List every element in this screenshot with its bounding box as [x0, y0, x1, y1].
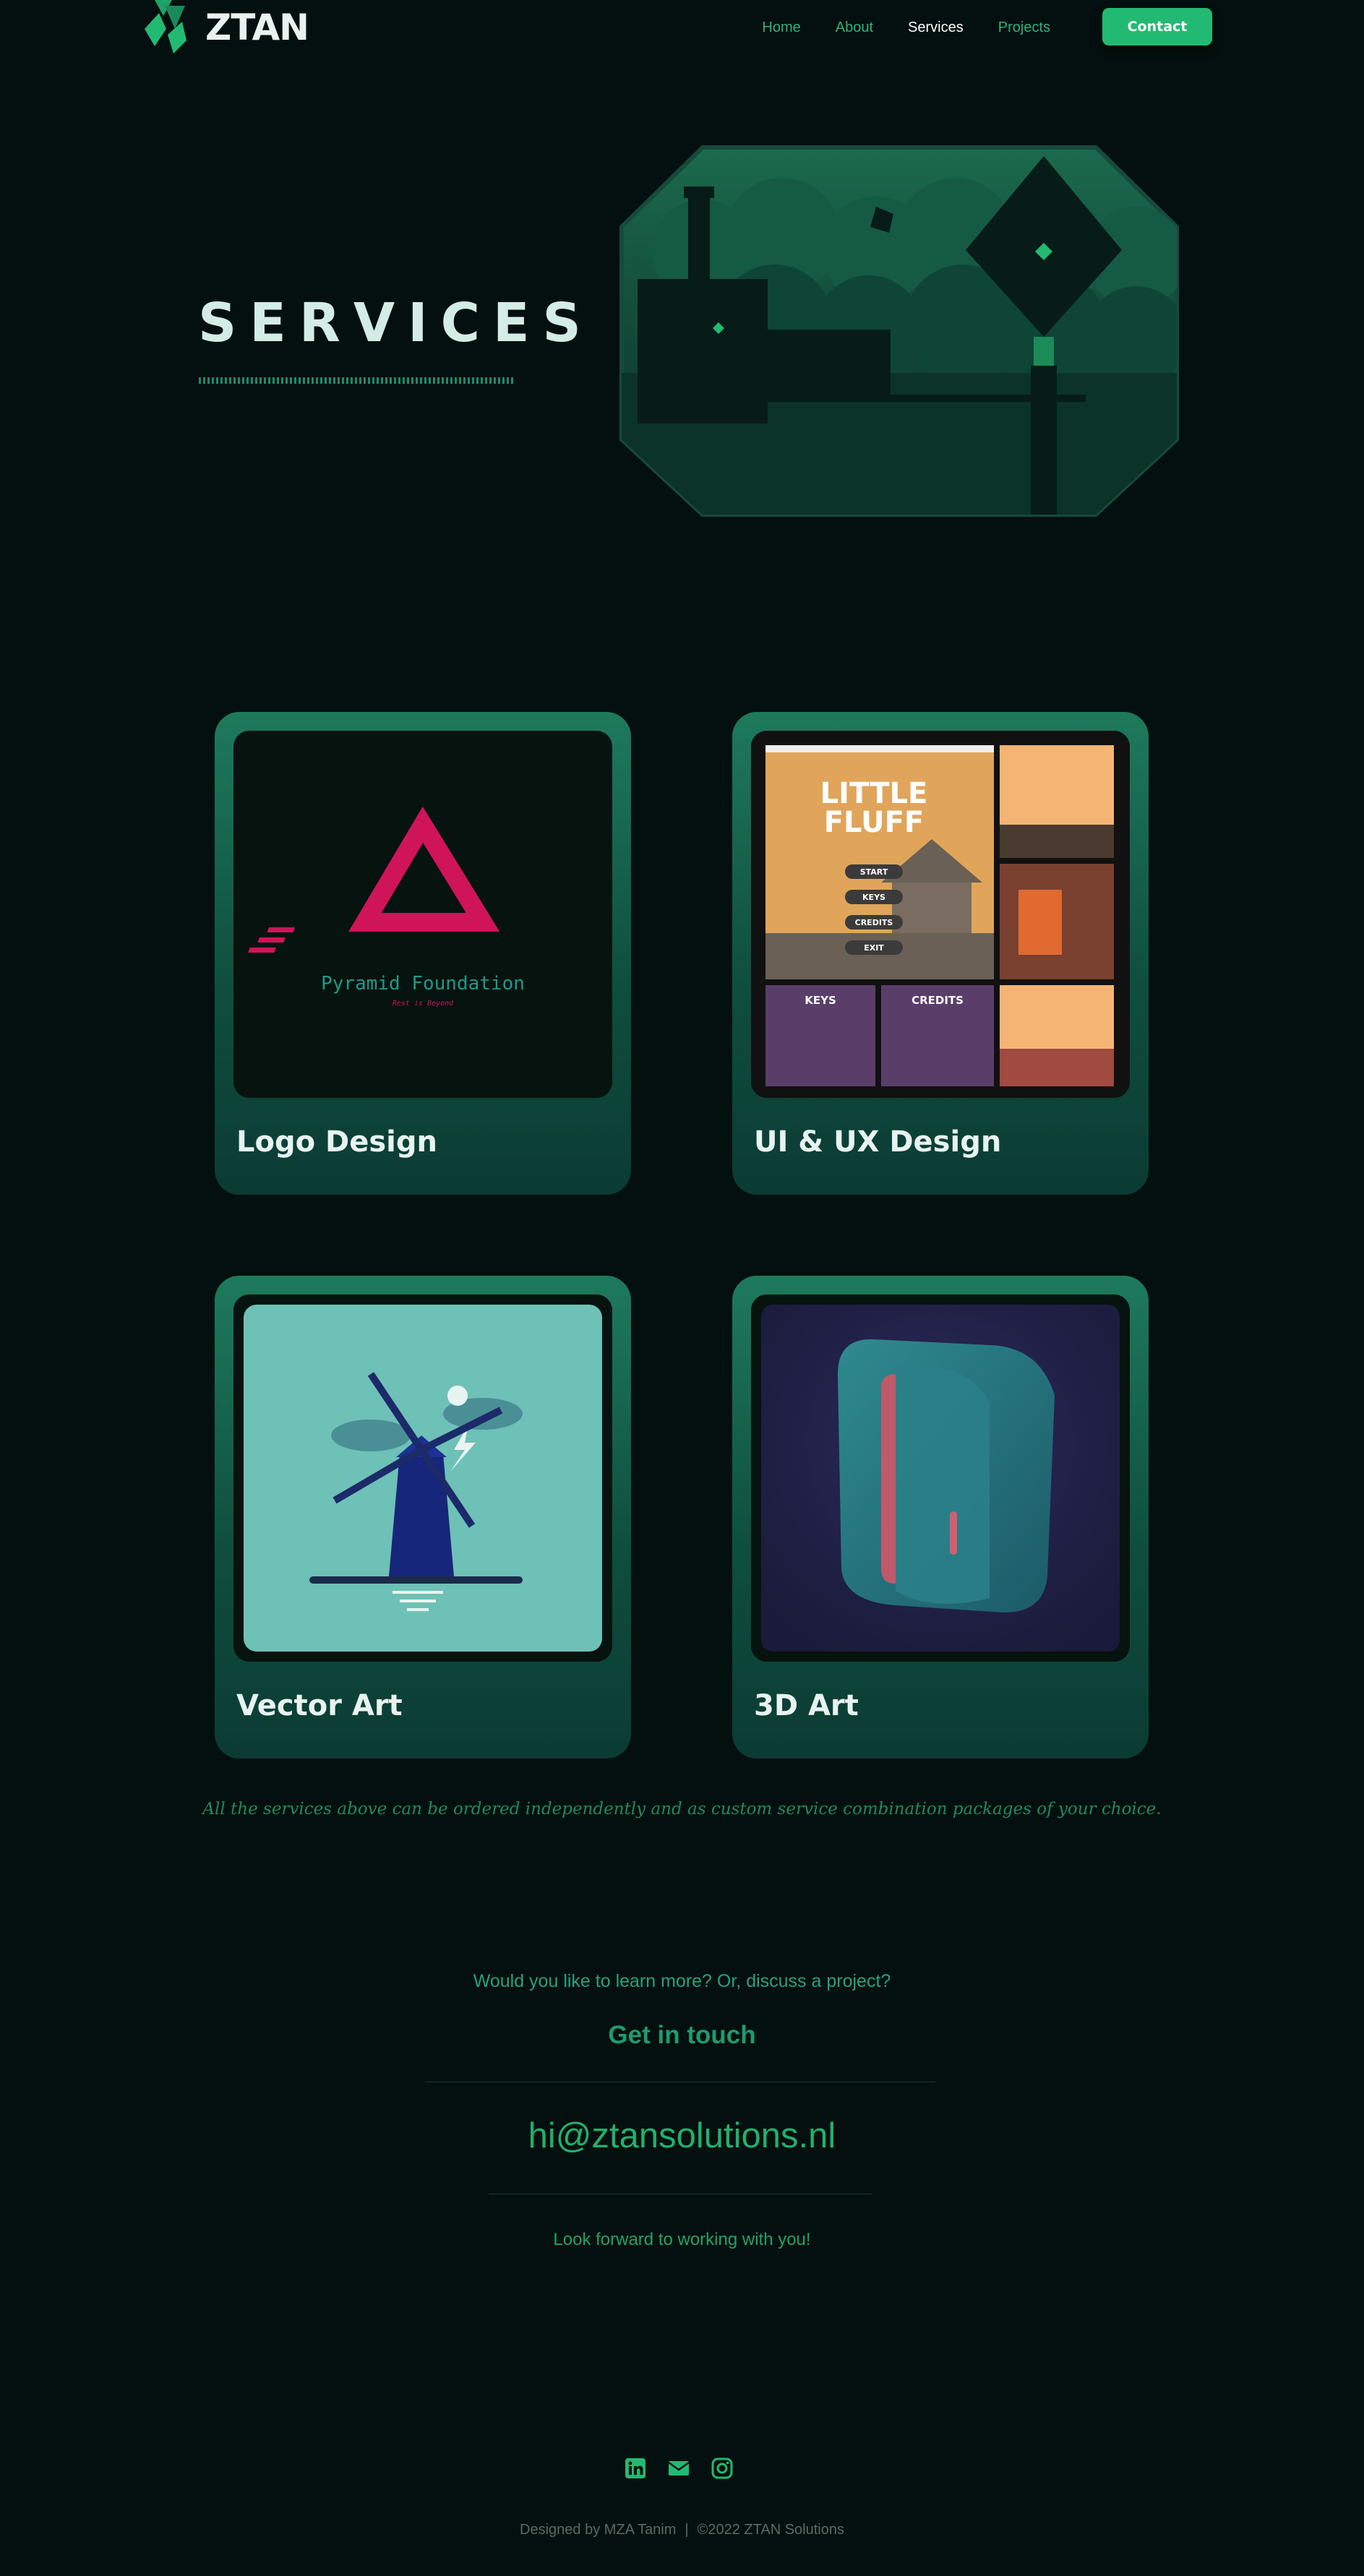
brand-name: ZTAN — [205, 7, 309, 48]
credits-title: CREDITS — [912, 994, 964, 1007]
nav-links: Home About Services Projects — [745, 0, 1068, 55]
nav-home[interactable]: Home — [745, 20, 818, 36]
brand-logo[interactable]: ZTAN — [139, 0, 309, 55]
service-label: 3D Art — [754, 1689, 859, 1722]
service-card-vector-art[interactable]: Vector Art — [215, 1276, 631, 1759]
service-label: Logo Design — [236, 1125, 437, 1159]
nav-projects[interactable]: Projects — [981, 20, 1068, 36]
contact-button[interactable]: Contact — [1102, 8, 1212, 46]
contact-heading: Get in touch — [608, 2021, 756, 2049]
little-fluff-ui: LITTLE FLUFF START KEYS CREDITS EXIT KEY… — [751, 731, 1130, 1098]
footer-credits: Designed by MZA Tanim | ©2022 ZTAN Solutio… — [0, 2522, 1364, 2538]
keys-title: KEYS — [805, 994, 836, 1007]
service-image: LITTLE FLUFF START KEYS CREDITS EXIT KEY… — [751, 731, 1130, 1098]
service-card-3d-art[interactable]: 3D Art — [732, 1276, 1149, 1759]
services-note: All the services above can be ordered in… — [202, 1800, 1162, 1819]
service-card-ui-ux-design[interactable]: LITTLE FLUFF START KEYS CREDITS EXIT KEY… — [732, 712, 1149, 1195]
linkedin-icon[interactable] — [625, 2457, 646, 2479]
top-navigation: ZTAN Home About Services Projects Contac… — [0, 0, 1364, 55]
nav-services[interactable]: Services — [891, 20, 981, 36]
service-image — [233, 1295, 612, 1662]
title-underline — [199, 377, 515, 384]
footer-designer: Designed by MZA Tanim — [520, 2522, 677, 2538]
contact-question: Would you like to learn more? Or, discus… — [473, 1971, 891, 1991]
ztan-logo-icon — [145, 0, 186, 53]
windmill-illustration — [233, 1295, 612, 1662]
footer-copyright: ©2022 ZTAN Solutions — [697, 2522, 844, 2538]
contact-email-link[interactable]: hi@ztansolutions.nl — [0, 2116, 1364, 2156]
menu-credits: CREDITS — [855, 918, 893, 927]
envelope-icon[interactable] — [668, 2457, 690, 2479]
menu-start: START — [860, 867, 888, 877]
service-image — [751, 1295, 1130, 1662]
game-title-line2: FLUFF — [824, 806, 925, 839]
contact-closing: Look forward to working with you! — [553, 2230, 811, 2249]
menu-exit: EXIT — [864, 943, 884, 953]
hero-illustration — [619, 145, 1179, 517]
instagram-icon[interactable] — [711, 2457, 733, 2479]
footer-separator: | — [685, 2522, 689, 2538]
menu-keys: KEYS — [862, 893, 885, 902]
page-title: SERVICES — [198, 292, 594, 354]
service-card-logo-design[interactable]: Pyramid Foundation Rest is Beyond Logo D… — [215, 712, 631, 1195]
service-image: Pyramid Foundation Rest is Beyond — [233, 731, 612, 1098]
fridge-render — [751, 1295, 1130, 1662]
nav-about[interactable]: About — [818, 20, 891, 36]
service-label: UI & UX Design — [754, 1125, 1002, 1159]
logo-name: Pyramid Foundation — [321, 973, 525, 995]
service-label: Vector Art — [236, 1689, 403, 1722]
social-links — [625, 2457, 733, 2479]
logo-tagline: Rest is Beyond — [393, 1000, 454, 1008]
pyramid-foundation-logo: Pyramid Foundation Rest is Beyond — [248, 806, 525, 1008]
